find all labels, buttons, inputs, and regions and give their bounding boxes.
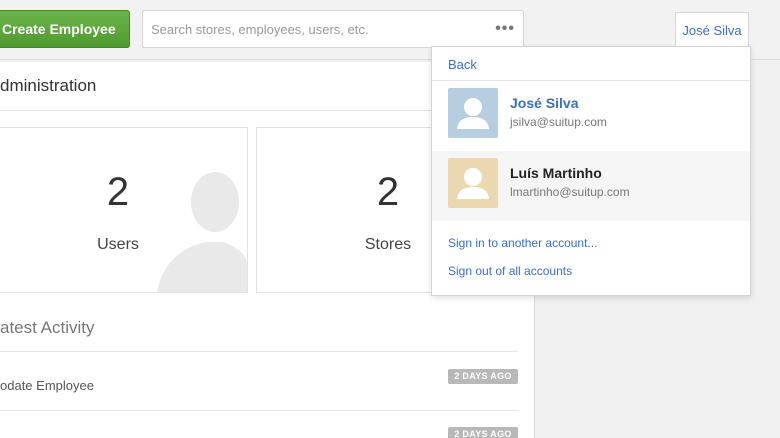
account-name: Luís Martinho <box>510 165 602 181</box>
account-item-jose[interactable]: José Silva jsilva@suitup.com <box>432 81 750 151</box>
back-link[interactable]: Back <box>448 57 477 72</box>
create-employee-button[interactable]: Create Employee <box>0 10 130 48</box>
time-badge: 2 DAYS AGO <box>448 369 518 384</box>
account-email: jsilva@suitup.com <box>510 115 607 129</box>
page-title: dministration <box>0 76 97 95</box>
ellipsis-icon[interactable]: ••• <box>495 20 515 38</box>
divider <box>0 351 518 352</box>
account-dropdown: Back José Silva jsilva@suitup.com Luís M… <box>431 46 751 296</box>
user-menu-button[interactable]: José Silva <box>675 12 749 47</box>
account-name: José Silva <box>510 95 579 111</box>
account-item-luis[interactable]: Luís Martinho lmartinho@suitup.com <box>432 151 750 221</box>
divider <box>0 410 518 411</box>
time-badge: 2 DAYS AGO <box>448 427 518 438</box>
search-input[interactable] <box>143 11 483 47</box>
avatar <box>448 158 498 208</box>
sign-in-another-link[interactable]: Sign in to another account... <box>448 236 597 250</box>
activity-item[interactable]: odate Employee <box>0 378 94 393</box>
stores-card[interactable]: 2 Stores <box>256 127 436 293</box>
person-icon <box>457 168 489 199</box>
avatar <box>448 88 498 138</box>
sign-out-all-link[interactable]: Sign out of all accounts <box>448 264 572 278</box>
account-email: lmartinho@suitup.com <box>510 185 630 199</box>
users-card[interactable]: 2 Users <box>0 127 248 293</box>
activity-title: atest Activity <box>0 318 95 337</box>
search-box: ••• <box>142 10 524 48</box>
person-icon <box>457 98 489 129</box>
users-label: Users <box>97 236 139 253</box>
users-count: 2 <box>106 170 130 214</box>
